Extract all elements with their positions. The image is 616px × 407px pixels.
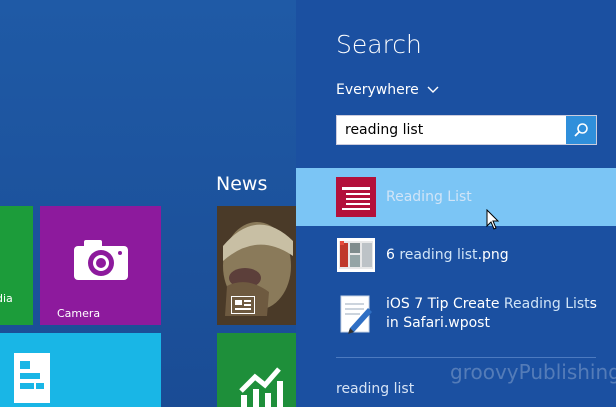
tile-label: Camera bbox=[57, 307, 101, 320]
scope-dropdown[interactable]: Everywhere bbox=[336, 82, 439, 98]
reading-list-app-icon bbox=[336, 177, 376, 217]
start-screen: dia Camera bbox=[0, 0, 296, 407]
app-tile-partial[interactable]: dia bbox=[0, 206, 33, 325]
search-button[interactable] bbox=[566, 116, 596, 144]
group-heading-news: News bbox=[216, 173, 268, 195]
watermark: groovyPublishing bbox=[450, 360, 616, 384]
search-input[interactable] bbox=[337, 116, 583, 144]
document-file-icon bbox=[336, 294, 376, 334]
search-icon bbox=[574, 123, 588, 137]
camera-icon bbox=[70, 236, 132, 287]
camera-tile[interactable]: Camera bbox=[40, 206, 161, 325]
reader-tile[interactable] bbox=[0, 333, 161, 407]
divider bbox=[336, 357, 596, 358]
finance-tile[interactable] bbox=[217, 333, 296, 407]
chevron-down-icon bbox=[427, 82, 439, 98]
image-file-icon bbox=[336, 235, 376, 275]
results-list: Reading List 6 reading list.png iOS 7 Ti… bbox=[296, 168, 616, 344]
news-icon bbox=[230, 295, 256, 317]
result-label: 6 reading list.png bbox=[386, 246, 509, 263]
result-png-file[interactable]: 6 reading list.png bbox=[296, 226, 616, 284]
scope-label: Everywhere bbox=[336, 82, 419, 98]
tile-label: dia bbox=[0, 292, 13, 305]
search-pane: Search Everywhere reading list Reading L… bbox=[296, 0, 616, 407]
chart-icon bbox=[239, 367, 283, 407]
result-reading-list-app[interactable]: Reading List bbox=[296, 168, 616, 226]
reader-icon bbox=[14, 353, 50, 406]
pane-title: Search bbox=[336, 30, 422, 59]
mouse-pointer-icon bbox=[486, 208, 500, 235]
result-label: Reading List bbox=[386, 188, 472, 205]
search-box bbox=[336, 115, 597, 145]
result-wpost-file[interactable]: iOS 7 Tip Create Reading Lists in Safari… bbox=[296, 284, 616, 344]
search-suggestion[interactable]: reading list bbox=[336, 381, 414, 397]
news-photo bbox=[217, 206, 296, 325]
result-label: iOS 7 Tip Create Reading Lists in Safari… bbox=[386, 296, 597, 331]
news-tile[interactable] bbox=[217, 206, 296, 325]
